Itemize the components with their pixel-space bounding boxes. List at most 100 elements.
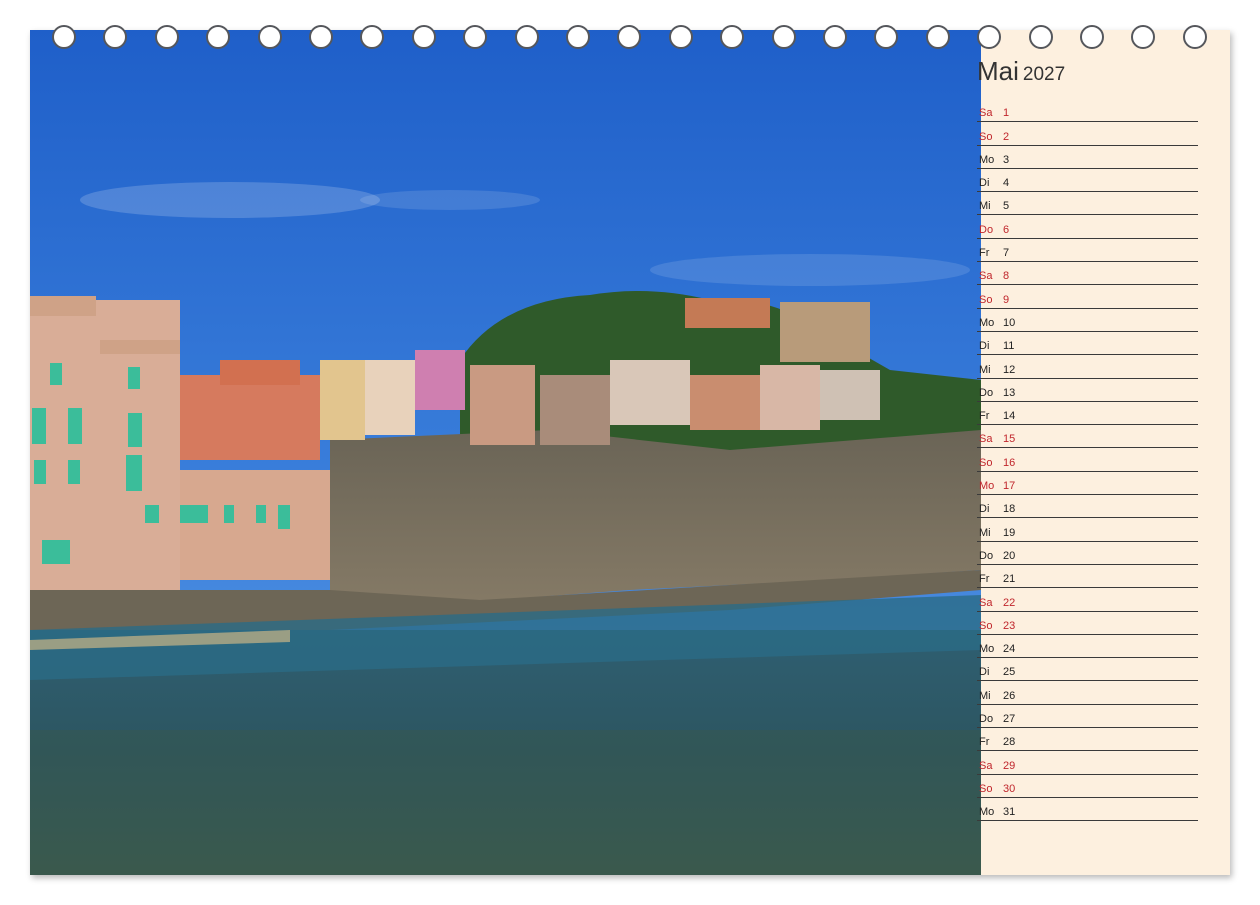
- binding-hole-icon: [514, 25, 539, 49]
- weekday-label: Fr: [979, 573, 990, 586]
- weekday-label: Mo: [979, 806, 995, 819]
- weekday-label: Sa: [979, 759, 993, 772]
- binding-hole-icon: [463, 25, 488, 49]
- day-number: 21: [1003, 573, 1016, 586]
- day-row: Mo 3: [977, 146, 1198, 169]
- weekday-label: Fr: [979, 736, 990, 749]
- coastal-town-photo: [30, 30, 981, 875]
- day-number: 16: [1003, 456, 1016, 469]
- day-number: 13: [1003, 386, 1016, 399]
- day-number: 19: [1003, 526, 1016, 539]
- weekday-label: Sa: [979, 270, 993, 283]
- day-row: Sa 1: [977, 99, 1198, 123]
- day-number: 2: [1003, 130, 1010, 143]
- day-number: 18: [1003, 503, 1016, 516]
- day-row: Mo 24: [977, 635, 1198, 659]
- day-number: 29: [1003, 759, 1016, 772]
- day-row: So 9: [977, 285, 1198, 309]
- weekday-label: So: [979, 782, 993, 795]
- day-row: Sa 8: [977, 262, 1198, 286]
- day-row: Di 18: [977, 495, 1198, 519]
- weekday-label: Fr: [979, 410, 990, 423]
- weekday-label: Do: [979, 386, 994, 399]
- day-row: Do 20: [977, 542, 1198, 565]
- spiral-binding-holes: [0, 25, 1207, 51]
- binding-hole-icon: [823, 25, 847, 49]
- weekday-label: Do: [979, 713, 994, 726]
- day-number: 5: [1003, 200, 1010, 213]
- binding-hole-icon: [771, 25, 796, 49]
- weekday-label: Di: [979, 177, 990, 190]
- day-row: Do 6: [977, 215, 1198, 239]
- day-number: 7: [1003, 247, 1010, 260]
- binding-hole-icon: [1080, 25, 1104, 49]
- day-row: Do 27: [977, 705, 1198, 729]
- day-number: 22: [1003, 596, 1016, 609]
- day-number: 12: [1003, 363, 1016, 376]
- binding-hole-icon: [617, 25, 642, 49]
- weekday-label: Di: [979, 503, 990, 516]
- day-row: Mi 5: [977, 192, 1198, 216]
- weekday-label: Mi: [979, 363, 991, 376]
- binding-hole-icon: [1131, 25, 1156, 49]
- day-number: 8: [1003, 270, 1010, 283]
- day-row: Sa 22: [977, 588, 1198, 612]
- day-row: So 30: [977, 775, 1198, 798]
- day-row: Mo 10: [977, 309, 1198, 332]
- day-row: Di 25: [977, 658, 1198, 682]
- binding-hole-icon: [154, 25, 179, 49]
- binding-hole-icon: [309, 25, 333, 49]
- day-number: 15: [1003, 433, 1016, 446]
- day-row: Mi 19: [977, 518, 1198, 542]
- day-row: Di 4: [977, 169, 1198, 193]
- day-row: Mi 12: [977, 355, 1198, 379]
- day-number: 17: [1003, 480, 1016, 493]
- day-list: Sa 1 So 2 Mo 3 Di 4 Mi 5 Do 6 Fr 7 Sa 8 So 9 Mo 10 Di 11 Mi 12 D…: [977, 99, 1198, 822]
- day-row: Mo 31: [977, 798, 1198, 822]
- day-row: So 2: [977, 122, 1198, 146]
- day-number: 31: [1003, 806, 1016, 819]
- weekday-label: Sa: [979, 433, 993, 446]
- day-number: 9: [1003, 293, 1010, 306]
- weekday-label: So: [979, 293, 993, 306]
- day-row: Fr 21: [977, 565, 1198, 589]
- binding-hole-icon: [874, 25, 899, 49]
- binding-hole-icon: [257, 25, 282, 49]
- weekday-label: Mo: [979, 643, 995, 656]
- day-row: Di 11: [977, 332, 1198, 356]
- day-number: 14: [1003, 410, 1016, 423]
- binding-hole-icon: [360, 25, 385, 49]
- weekday-label: Do: [979, 223, 994, 236]
- day-number: 26: [1003, 689, 1016, 702]
- weekday-label: Mo: [979, 153, 995, 166]
- weekday-label: Mo: [979, 316, 995, 329]
- day-row: Mo 17: [977, 472, 1198, 496]
- weekday-label: So: [979, 619, 993, 632]
- binding-hole-icon: [206, 25, 231, 49]
- weekday-label: Sa: [979, 107, 993, 120]
- day-row: Mi 26: [977, 681, 1198, 705]
- binding-hole-icon: [1028, 25, 1053, 49]
- day-row: So 23: [977, 612, 1198, 635]
- day-row: Fr 14: [977, 402, 1198, 426]
- day-number: 10: [1003, 316, 1016, 329]
- coastal-town-illustration: [30, 30, 981, 875]
- day-number: 6: [1003, 223, 1010, 236]
- weekday-label: Di: [979, 340, 990, 353]
- day-number: 25: [1003, 666, 1016, 679]
- binding-hole-icon: [103, 25, 128, 49]
- month-year: 2027: [1022, 64, 1066, 85]
- weekday-label: Mi: [979, 200, 991, 213]
- day-row: Sa 15: [977, 425, 1198, 449]
- day-number: 28: [1003, 736, 1016, 749]
- day-row: Fr 28: [977, 728, 1198, 752]
- weekday-label: Do: [979, 549, 994, 562]
- weekday-label: Fr: [979, 247, 990, 260]
- weekday-label: Mi: [979, 526, 991, 539]
- binding-hole-icon: [720, 25, 745, 49]
- day-number: 1: [1003, 107, 1010, 120]
- binding-hole-icon: [668, 25, 693, 49]
- weekday-label: Mi: [979, 689, 991, 702]
- weekday-label: Di: [979, 666, 990, 679]
- weekday-label: So: [979, 456, 993, 469]
